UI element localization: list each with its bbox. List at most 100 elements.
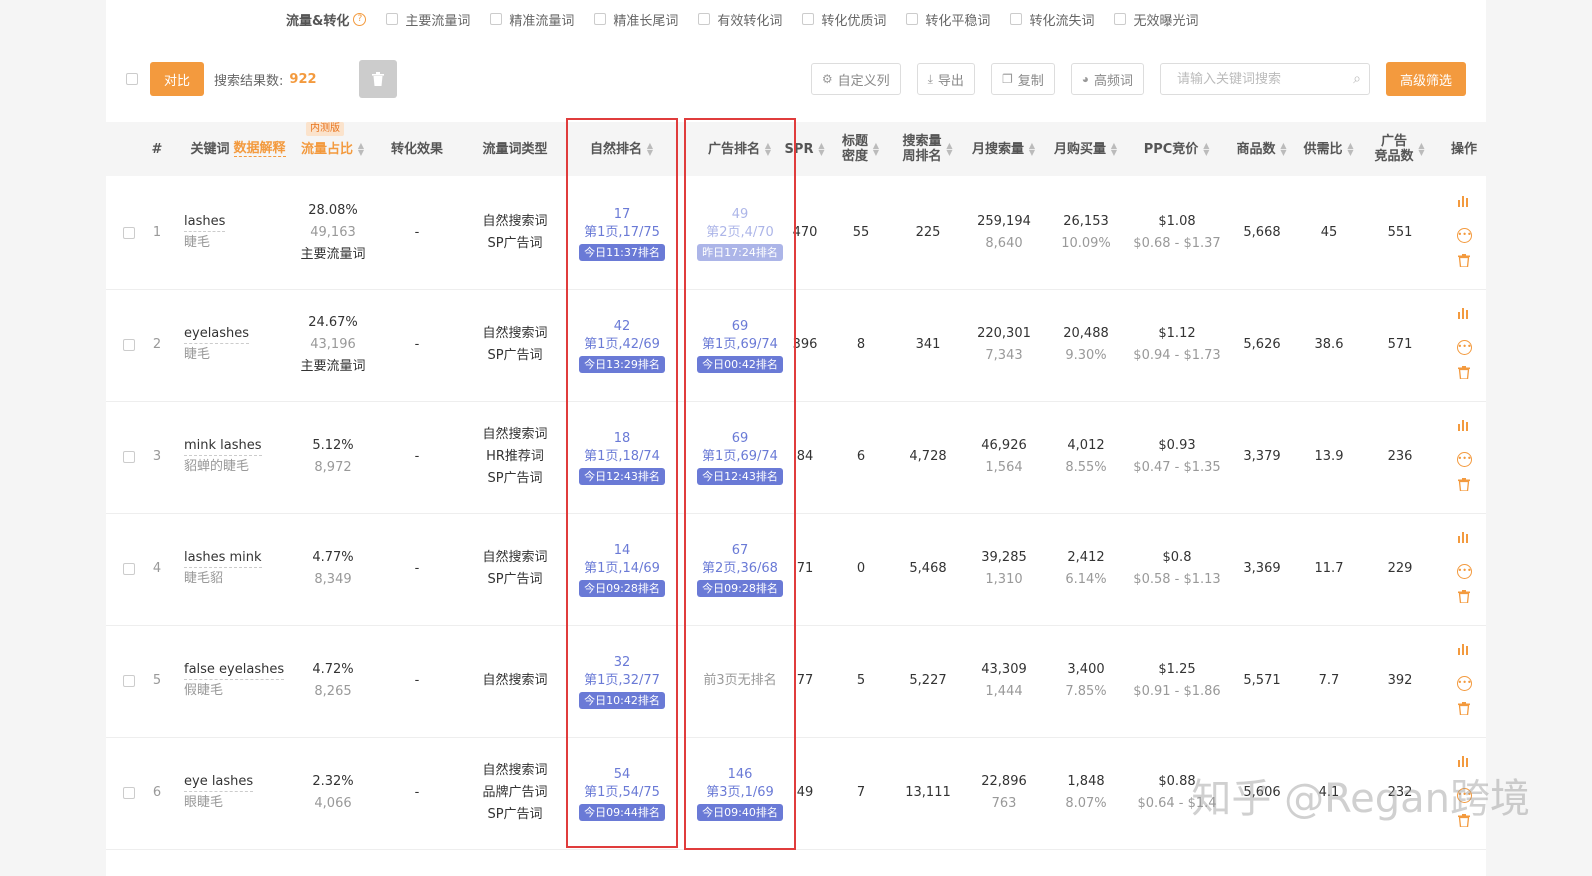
monthly-purchase-value: 20,488 bbox=[1063, 326, 1109, 341]
traffic-type: 自然搜索词 bbox=[482, 763, 548, 778]
cell-mb: 26,153 10.09% bbox=[1048, 177, 1124, 289]
cell-act: ••• bbox=[1446, 625, 1482, 737]
sort-icon: ▲ ▼ bbox=[1028, 141, 1036, 157]
cell-act: ••• bbox=[1446, 401, 1482, 513]
filter-option[interactable]: 精准长尾词 bbox=[594, 10, 678, 29]
compare-button[interactable]: 对比 bbox=[150, 62, 205, 96]
filter-option[interactable]: 转化平稳词 bbox=[906, 10, 990, 29]
cell-idx: 6 bbox=[146, 737, 168, 849]
cell-type: 自然搜索词 品牌广告词 SP广告词 bbox=[470, 737, 560, 849]
col-monthly-search[interactable]: 月搜索量 ▲ ▼ bbox=[966, 122, 1042, 176]
more-icon[interactable]: ••• bbox=[1456, 330, 1472, 360]
keyword-link[interactable]: eye lashes bbox=[184, 772, 254, 792]
keyword-link[interactable]: lashes bbox=[184, 212, 226, 232]
col-conversion: 转化效果 bbox=[390, 141, 443, 157]
ad-products-value: 551 bbox=[1387, 225, 1413, 240]
checkbox[interactable] bbox=[698, 13, 711, 25]
keyword-link[interactable]: eyelashes bbox=[184, 324, 250, 344]
traffic-type: 自然搜索词 bbox=[482, 214, 548, 229]
keyword-link[interactable]: mink lashes bbox=[184, 436, 262, 456]
col-monthly-purchase[interactable]: 月购买量 ▲ ▼ bbox=[1048, 122, 1124, 176]
col-traffic-share[interactable]: 流量占比 ▲ ▼ bbox=[290, 122, 376, 176]
advanced-filter-button[interactable]: 高级筛选 bbox=[1385, 62, 1466, 96]
checkbox[interactable] bbox=[386, 13, 399, 25]
checkbox[interactable] bbox=[802, 13, 815, 25]
sort-icon: ▲ ▼ bbox=[1110, 141, 1118, 157]
row-checkbox[interactable] bbox=[123, 451, 135, 463]
trash-icon[interactable] bbox=[1458, 584, 1470, 614]
col-weekly-rank[interactable]: 搜索量 周排名 ▲ ▼ bbox=[896, 122, 960, 176]
cell-cb bbox=[118, 177, 140, 289]
help-icon[interactable]: ? bbox=[353, 12, 367, 26]
trash-icon[interactable] bbox=[1458, 696, 1470, 726]
sort-icon: ▲ ▼ bbox=[872, 141, 880, 157]
bar-chart-icon[interactable] bbox=[1457, 412, 1471, 442]
row-checkbox[interactable] bbox=[123, 563, 135, 575]
keyword-link[interactable]: false eyelashes bbox=[184, 660, 285, 680]
bar-chart-icon[interactable] bbox=[1457, 300, 1471, 330]
search-icon[interactable]: ⌕ bbox=[1353, 71, 1361, 87]
row-checkbox[interactable] bbox=[123, 675, 135, 687]
trash-icon[interactable] bbox=[1458, 360, 1470, 390]
more-icon[interactable]: ••• bbox=[1456, 554, 1472, 584]
copy-button[interactable]: ❐ 复制 bbox=[990, 63, 1055, 95]
select-all-checkbox[interactable] bbox=[126, 73, 138, 85]
monthly-purchase-value: 2,412 bbox=[1067, 550, 1105, 565]
cell-ms: 46,926 1,564 bbox=[966, 401, 1042, 513]
col-title-density[interactable]: 标题 密度 ▲ ▼ bbox=[834, 122, 888, 176]
bar-chart-icon[interactable] bbox=[1457, 188, 1471, 218]
checkbox[interactable] bbox=[906, 13, 919, 25]
data-explain-link[interactable]: 数据解释 bbox=[233, 141, 286, 157]
filter-option[interactable]: 无效曝光词 bbox=[1114, 10, 1198, 29]
filter-option[interactable]: 转化流失词 bbox=[1010, 10, 1094, 29]
ppc-value: $1.08 bbox=[1158, 214, 1196, 229]
checkbox[interactable] bbox=[594, 13, 607, 25]
cell-kw: eyelashes 睫毛 bbox=[184, 289, 288, 401]
ad-products-value: 236 bbox=[1387, 449, 1413, 464]
daily-search-value: 1,444 bbox=[985, 684, 1023, 699]
ppc-range: $0.47 - $1.35 bbox=[1133, 460, 1221, 475]
row-checkbox[interactable] bbox=[123, 339, 135, 351]
delete-button[interactable] bbox=[358, 60, 397, 98]
spr-value: 396 bbox=[792, 337, 818, 352]
ppc-range: $0.91 - $1.86 bbox=[1133, 684, 1221, 699]
trash-icon[interactable] bbox=[1458, 248, 1470, 278]
col-ppc[interactable]: PPC竞价 ▲ ▼ bbox=[1132, 122, 1222, 176]
checkbox[interactable] bbox=[490, 13, 503, 25]
bar-chart-icon[interactable] bbox=[1457, 524, 1471, 554]
more-icon[interactable]: ••• bbox=[1456, 666, 1472, 696]
ppc-value: $0.8 bbox=[1162, 550, 1192, 565]
high-freq-button[interactable]: ◕ 高频词 bbox=[1070, 63, 1144, 95]
filter-option[interactable]: 精准流量词 bbox=[490, 10, 574, 29]
row-checkbox[interactable] bbox=[123, 787, 135, 799]
row-checkbox[interactable] bbox=[123, 227, 135, 239]
checkbox[interactable] bbox=[1010, 13, 1023, 25]
more-icon[interactable]: ••• bbox=[1456, 442, 1472, 472]
table-row: 1 lashes 睫毛 28.08% 49,163 主要流量词 - 自然搜索词 SP广告词 17 第… bbox=[106, 177, 1486, 290]
filter-option[interactable]: 主要流量词 bbox=[386, 10, 470, 29]
sort-icon: ▲ ▼ bbox=[357, 141, 365, 157]
products-value: 5,626 bbox=[1243, 337, 1281, 352]
keyword-link[interactable]: lashes mink bbox=[184, 548, 262, 568]
title-density-value: 7 bbox=[856, 785, 866, 800]
ppc-range: $0.94 - $1.73 bbox=[1133, 348, 1221, 363]
bar-chart-icon[interactable] bbox=[1457, 636, 1471, 666]
more-icon[interactable]: ••• bbox=[1456, 218, 1472, 248]
custom-columns-button[interactable]: ⚙ 自定义列 bbox=[810, 63, 901, 95]
col-supply-demand[interactable]: 供需比 ▲ ▼ bbox=[1300, 122, 1358, 176]
trash-icon[interactable] bbox=[1458, 472, 1470, 502]
filter-option[interactable]: 转化优质词 bbox=[802, 10, 886, 29]
traffic-type: 自然搜索词 bbox=[482, 550, 548, 565]
traffic-share-pct: 28.08% bbox=[308, 203, 358, 218]
cell-act: ••• bbox=[1446, 289, 1482, 401]
cell-share: 24.67% 43,196 主要流量词 bbox=[290, 289, 376, 401]
checkbox[interactable] bbox=[1114, 13, 1127, 25]
cell-ms: 220,301 7,343 bbox=[966, 289, 1042, 401]
col-ad-products[interactable]: 广告 竞品数 ▲ ▼ bbox=[1368, 122, 1432, 176]
export-button[interactable]: ⤓ 导出 bbox=[916, 63, 975, 95]
col-products[interactable]: 商品数 ▲ ▼ bbox=[1230, 122, 1294, 176]
monthly-search-value: 39,285 bbox=[981, 550, 1027, 565]
filter-option[interactable]: 有效转化词 bbox=[698, 10, 782, 29]
cell-sd: 11.7 bbox=[1300, 513, 1358, 625]
search-input[interactable] bbox=[1174, 70, 1354, 88]
